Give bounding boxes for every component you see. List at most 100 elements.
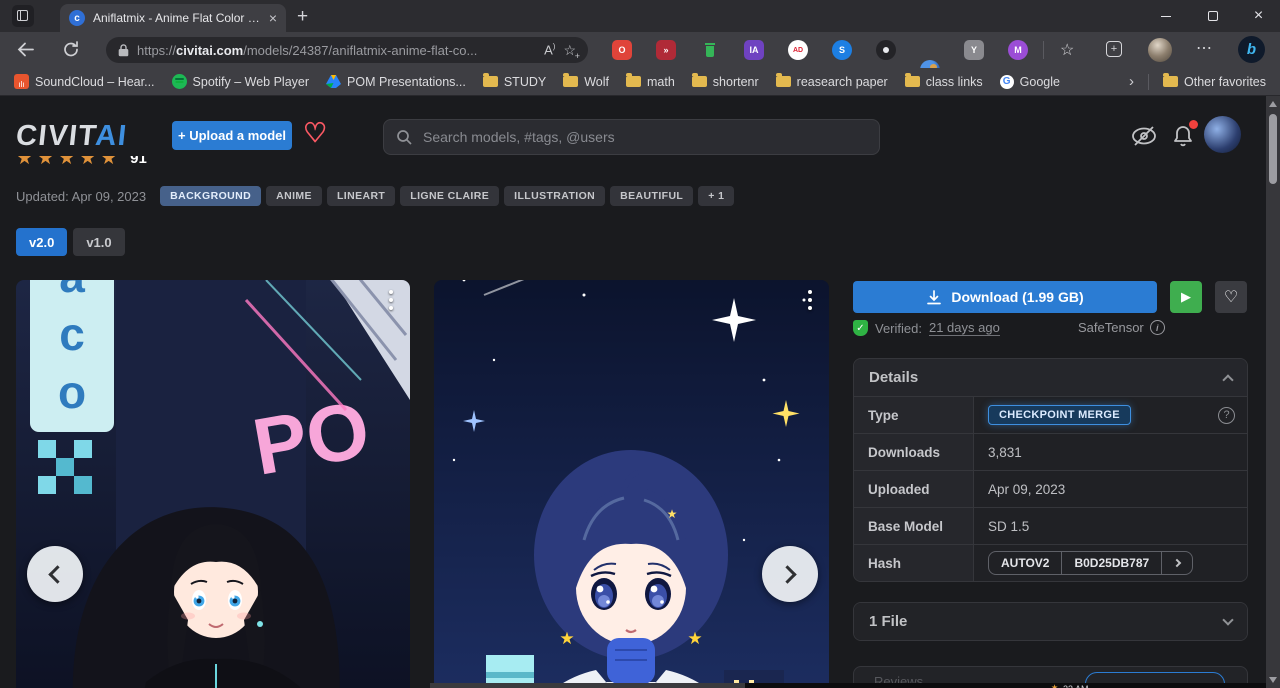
browser-tab[interactable]: c Aniflatmix - Anime Flat Color Sty × <box>60 4 286 32</box>
type-badge[interactable]: CHECKPOINT MERGE <box>988 405 1131 425</box>
other-favorites[interactable]: Other favorites <box>1163 75 1266 89</box>
hash-value[interactable]: B0D25DB787 <box>1061 552 1161 574</box>
upload-model-button[interactable]: + Upload a model <box>172 121 292 150</box>
tag-anime[interactable]: ANIME <box>266 186 322 206</box>
files-header[interactable]: 1 File <box>854 603 1247 640</box>
address-bar[interactable]: https://civitai.com/models/24387/aniflat… <box>106 37 588 63</box>
bing-sidebar-icon[interactable]: b <box>1238 36 1265 63</box>
chevron-right-icon <box>1173 559 1181 567</box>
url-domain: civitai.com <box>176 43 243 58</box>
extension-onetab-icon[interactable]: O <box>612 40 632 60</box>
carousel-prev-button[interactable] <box>27 546 83 602</box>
tab-close-icon[interactable]: × <box>269 11 277 25</box>
extension-y-icon[interactable]: Y <box>964 40 984 60</box>
tag-background[interactable]: BACKGROUND <box>160 186 261 206</box>
model-meta-row: Updated: Apr 09, 2023 BACKGROUND ANIME L… <box>16 186 734 206</box>
add-favorite-icon[interactable]: ☆+ <box>563 42 576 59</box>
version-v1-button[interactable]: v1.0 <box>73 228 124 256</box>
toolbar-separator <box>1043 41 1044 59</box>
bookmark-folder-wolf[interactable]: Wolf <box>563 75 609 89</box>
taskbar-clock: 23 AM <box>1063 684 1089 688</box>
bookmark-folder-shortenr[interactable]: shortenr <box>692 75 759 89</box>
svg-text:o: o <box>58 366 86 418</box>
hash-expand-button[interactable] <box>1161 552 1192 574</box>
extension-pin-icon[interactable] <box>876 40 896 60</box>
tag-ligne-claire[interactable]: LIGNE CLAIRE <box>400 186 499 206</box>
new-tab-button[interactable]: + <box>297 6 308 28</box>
search-input[interactable] <box>421 128 867 146</box>
run-model-button[interactable]: ▶ <box>1170 281 1202 313</box>
verified-time-link[interactable]: 21 days ago <box>929 320 1000 336</box>
taskbar-peek-gray <box>430 683 745 688</box>
tag-illustration[interactable]: ILLUSTRATION <box>504 186 605 206</box>
download-button[interactable]: Download (1.99 GB) <box>853 281 1157 313</box>
read-aloud-wave: ) <box>553 42 556 51</box>
hide-content-icon[interactable] <box>1130 124 1158 148</box>
extension-shazam-icon[interactable]: S <box>832 40 852 60</box>
scroll-down-icon[interactable] <box>1269 677 1277 683</box>
updated-date: Updated: Apr 09, 2023 <box>16 189 146 204</box>
site-search[interactable] <box>383 119 880 155</box>
hash-algo[interactable]: AUTOV2 <box>989 552 1061 574</box>
extension-m-icon[interactable]: M <box>1008 40 1028 60</box>
read-aloud-icon[interactable]: A) <box>544 42 555 57</box>
favorite-model-button[interactable]: ♡ <box>1215 281 1247 313</box>
browser-profile-avatar[interactable] <box>1148 38 1172 62</box>
tag-more[interactable]: + 1 <box>698 186 734 206</box>
detail-row-type: Type CHECKPOINT MERGE ? <box>854 396 1247 433</box>
version-selector: v2.0 v1.0 <box>16 228 125 256</box>
scroll-up-icon[interactable] <box>1269 101 1277 107</box>
info-icon[interactable]: i <box>1150 320 1165 335</box>
hash-control[interactable]: AUTOV2 B0D25DB787 <box>988 551 1193 575</box>
browser-titlebar: c Aniflatmix - Anime Flat Color Sty × + … <box>0 0 1280 32</box>
bookmark-google[interactable]: GGoogle <box>1000 75 1060 89</box>
format-label: SafeTensor <box>1078 320 1144 335</box>
image-1-menu-icon[interactable] <box>381 290 401 310</box>
window-close-button[interactable]: × <box>1236 0 1280 32</box>
gallery-image-2[interactable]: ★ ★ ★ <box>434 280 829 688</box>
extension-adguard-icon[interactable]: AD <box>788 40 808 60</box>
workspaces-icon[interactable] <box>12 5 34 27</box>
search-icon <box>396 129 412 145</box>
version-v2-button[interactable]: v2.0 <box>16 228 67 256</box>
lock-icon <box>118 44 129 57</box>
tag-list: BACKGROUND ANIME LINEART LIGNE CLAIRE IL… <box>160 186 734 206</box>
bookmark-folder-classlinks[interactable]: class links <box>905 75 983 89</box>
user-avatar[interactable] <box>1204 116 1241 153</box>
page-scrollbar[interactable] <box>1266 96 1280 688</box>
refresh-icon[interactable] <box>62 41 80 58</box>
folder-icon <box>626 76 641 87</box>
civitai-logo[interactable]: CIVITAI <box>14 120 129 153</box>
carousel-next-button[interactable] <box>762 546 818 602</box>
extension-cleaner-icon[interactable] <box>700 40 720 60</box>
detail-row-uploaded: Uploaded Apr 09, 2023 <box>854 470 1247 507</box>
svg-text:★: ★ <box>559 629 574 648</box>
back-icon[interactable] <box>16 41 35 58</box>
collections-icon[interactable]: + <box>1106 41 1122 57</box>
tag-lineart[interactable]: LINEART <box>327 186 395 206</box>
rating-stars[interactable]: ★★★★★ <box>16 156 121 169</box>
liked-models-icon[interactable]: ♡ <box>303 118 327 149</box>
extension-speed-icon[interactable]: » <box>656 40 676 60</box>
bookmarks-overflow-icon[interactable]: › <box>1129 73 1134 90</box>
bookmark-folder-math[interactable]: math <box>626 75 675 89</box>
toolbar-more-icon[interactable]: ⋯ <box>1196 38 1212 58</box>
url-scheme: https:// <box>137 43 176 58</box>
window-minimize-button[interactable] <box>1143 0 1188 32</box>
image-2-menu-icon[interactable] <box>800 290 820 310</box>
bookmark-drive[interactable]: POM Presentations... <box>326 75 466 89</box>
url-text: https://civitai.com/models/24387/aniflat… <box>137 43 536 58</box>
extension-ia-icon[interactable]: IA <box>744 40 764 60</box>
gallery-image-1[interactable]: a c o PO <box>16 280 410 688</box>
details-header[interactable]: Details <box>854 359 1247 396</box>
bookmark-spotify[interactable]: Spotify – Web Player <box>172 74 310 89</box>
chevron-up-icon <box>1222 374 1233 385</box>
bookmark-folder-research[interactable]: reasearch paper <box>776 75 888 89</box>
scrollbar-thumb[interactable] <box>1269 114 1277 184</box>
bookmark-folder-study[interactable]: STUDY <box>483 75 546 89</box>
favorites-icon[interactable]: ☆ <box>1060 40 1074 60</box>
tag-beautiful[interactable]: BEAUTIFUL <box>610 186 693 206</box>
bookmark-soundcloud[interactable]: ılıSoundCloud – Hear... <box>14 74 155 89</box>
window-maximize-button[interactable] <box>1190 0 1235 32</box>
help-icon[interactable]: ? <box>1218 407 1235 424</box>
